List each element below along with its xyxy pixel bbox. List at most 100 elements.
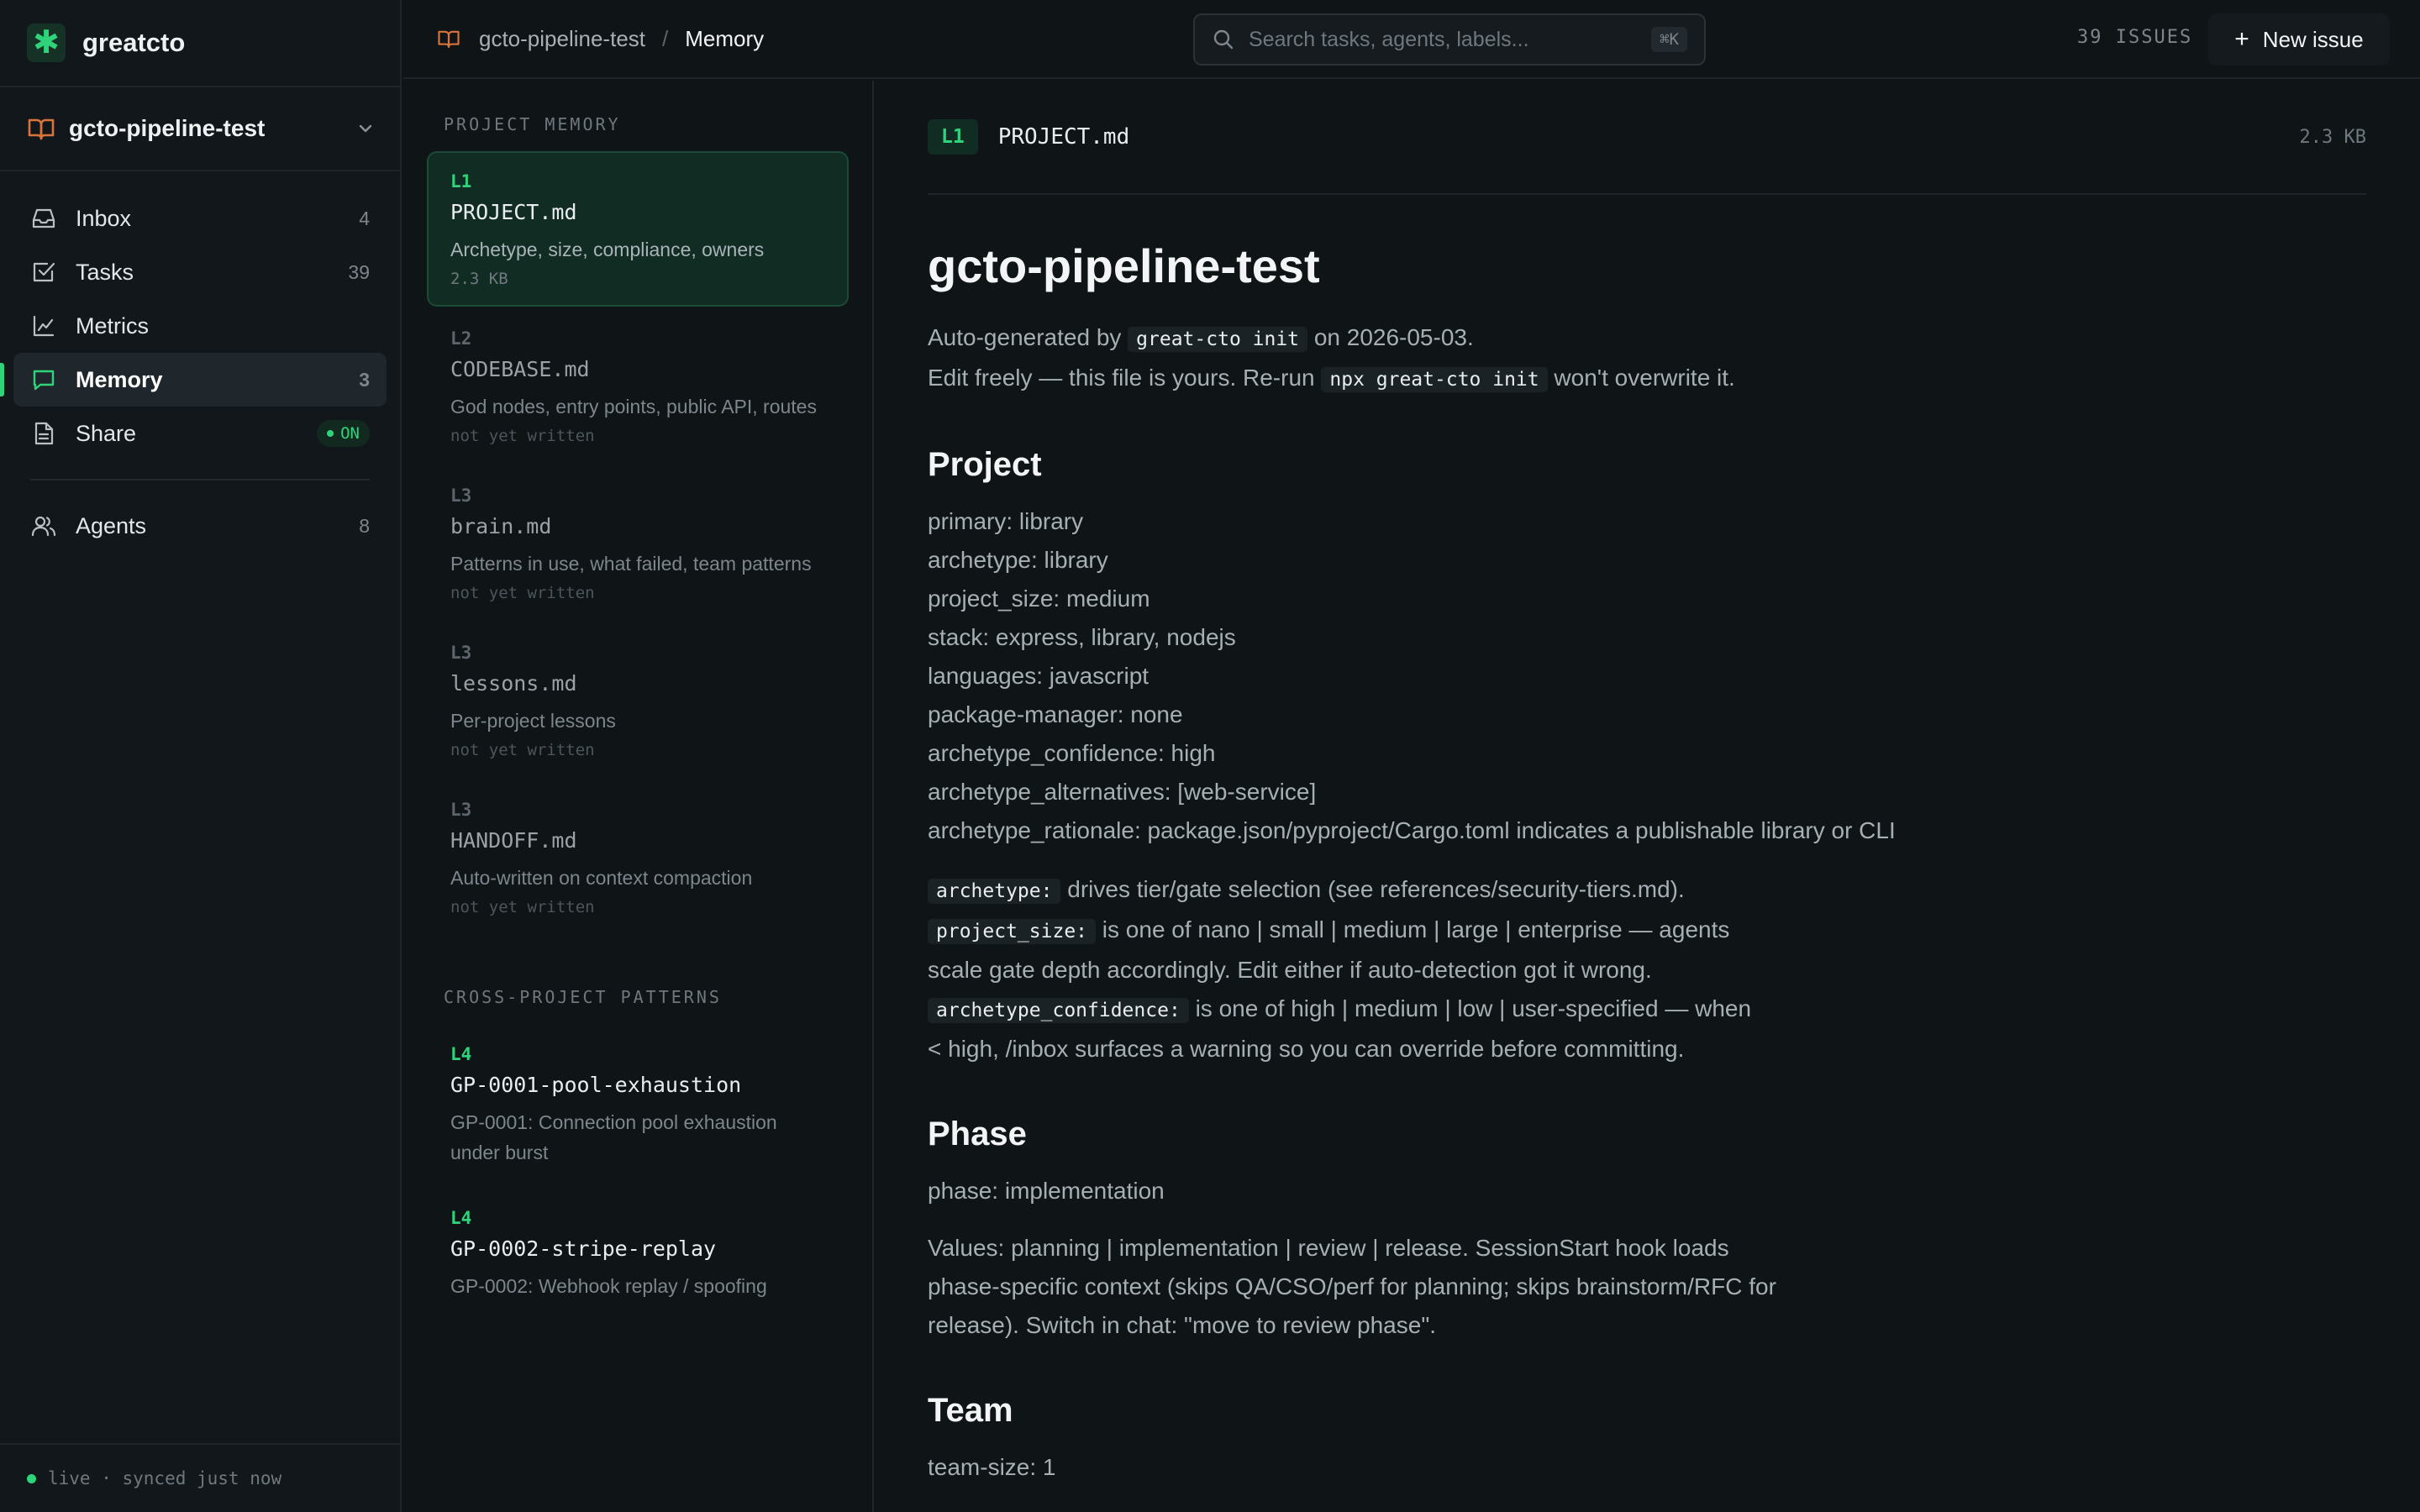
- new-issue-button[interactable]: + New issue: [2208, 13, 2390, 66]
- field-line: archetype_rationale: package.json/pyproj…: [928, 817, 1896, 843]
- team-value: team-size: 1: [928, 1454, 1056, 1480]
- project-switcher[interactable]: gcto-pipeline-test: [0, 87, 400, 171]
- file-card-handoff[interactable]: L3 HANDOFF.md Auto-written on context co…: [427, 780, 849, 935]
- file-description: Archetype, size, compliance, owners: [450, 239, 765, 260]
- breadcrumb-project-link[interactable]: gcto-pipeline-test: [479, 26, 645, 52]
- file-description: Auto-written on context compaction: [450, 867, 753, 889]
- breadcrumb: gcto-pipeline-test / Memory: [437, 26, 764, 52]
- status-dot-icon: [327, 430, 334, 437]
- note-text: < high, /inbox surfaces a warning so you…: [928, 1036, 1685, 1062]
- app-root: ✱ greatcto gcto-pipeline-test Inbox 4 Ta…: [0, 0, 2420, 1512]
- field-line: archetype: library: [928, 547, 1108, 573]
- live-dot-icon: [27, 1473, 36, 1483]
- file-card-brain[interactable]: L3 brain.md Patterns in use, what failed…: [427, 465, 849, 621]
- project-fields: primary: library archetype: library proj…: [928, 502, 2366, 850]
- sidebar-item-count: 8: [359, 514, 370, 537]
- search-box[interactable]: ⌘K: [1193, 13, 1706, 66]
- sync-status-text: live · synced just now: [48, 1468, 282, 1488]
- line-chart-icon: [33, 315, 55, 337]
- checkbox-icon: [33, 262, 55, 282]
- field-line: stack: express, library, nodejs: [928, 624, 1236, 650]
- section-heading-project: Project: [928, 446, 1042, 483]
- search-input[interactable]: [1249, 27, 1652, 52]
- project-name: gcto-pipeline-test: [69, 115, 266, 141]
- note-text: is one of nano | small | medium | large …: [1096, 916, 1730, 942]
- asterisk-logo-icon: ✱: [27, 24, 66, 62]
- sidebar-item-tasks[interactable]: Tasks 39: [13, 245, 387, 299]
- document-header: L1 PROJECT.md 2.3 KB: [928, 81, 2366, 195]
- intro-text: Auto-generated by: [928, 324, 1128, 350]
- field-line: languages: javascript: [928, 663, 1150, 689]
- intro-paragraph: Auto-generated by great-cto init on 2026…: [928, 318, 2366, 399]
- file-level: L3: [450, 643, 472, 663]
- file-status: not yet written: [450, 898, 595, 916]
- file-status: not yet written: [450, 584, 595, 602]
- topbar: gcto-pipeline-test / Memory ⌘K 39 ISSUES…: [403, 0, 2420, 79]
- inline-code: npx great-cto init: [1321, 367, 1548, 392]
- file-level: L1: [450, 171, 472, 192]
- inline-code: project_size:: [928, 919, 1097, 944]
- document-filename: PROJECT.md: [997, 124, 1130, 150]
- sidebar-item-inbox[interactable]: Inbox 4: [13, 192, 387, 245]
- note-text: scale gate depth accordingly. Edit eithe…: [928, 957, 1652, 983]
- sidebar: ✱ greatcto gcto-pipeline-test Inbox 4 Ta…: [0, 0, 402, 1512]
- file-level: L4: [450, 1208, 472, 1228]
- field-line: primary: library: [928, 508, 1084, 534]
- document-size: 2.3 KB: [2299, 126, 2366, 148]
- breadcrumb-separator: /: [662, 25, 669, 51]
- brand-name: greatcto: [82, 28, 186, 57]
- sidebar-item-label: Memory: [76, 366, 163, 392]
- file-size: 2.3 KB: [450, 270, 508, 288]
- intro-text: won't overwrite it.: [1547, 365, 1735, 391]
- file-name: PROJECT.md: [450, 200, 577, 224]
- document-title: gcto-pipeline-test: [928, 239, 1320, 292]
- file-name: GP-0002-stripe-replay: [450, 1236, 717, 1261]
- sidebar-item-label: Inbox: [76, 205, 132, 231]
- book-icon: [438, 30, 460, 48]
- breadcrumb-current: Memory: [685, 25, 765, 51]
- file-card-gp-0002[interactable]: L4 GP-0002-stripe-replay GP-0002: Webhoo…: [427, 1188, 849, 1320]
- file-description: Per-project lessons: [450, 710, 616, 732]
- file-card-codebase[interactable]: L2 CODEBASE.md God nodes, entry points, …: [427, 308, 849, 464]
- field-line: archetype_confidence: high: [928, 740, 1216, 766]
- plus-icon: +: [2234, 25, 2249, 53]
- sidebar-item-label: Share: [76, 420, 137, 446]
- phase-description: Values: planning | implementation | revi…: [928, 1235, 1776, 1338]
- file-level: L2: [450, 328, 472, 349]
- sidebar-item-label: Tasks: [76, 259, 134, 285]
- brand[interactable]: ✱ greatcto: [0, 0, 400, 87]
- document-viewer: L1 PROJECT.md 2.3 KB gcto-pipeline-test …: [928, 81, 2366, 1487]
- file-card-gp-0001[interactable]: L4 GP-0001-pool-exhaustion GP-0001: Conn…: [427, 1024, 849, 1186]
- section-title-cross-project: CROSS-PROJECT PATTERNS: [444, 987, 722, 1007]
- issues-count: 39 ISSUES: [2077, 27, 2193, 48]
- file-card-project[interactable]: L1 PROJECT.md Archetype, size, complianc…: [427, 151, 849, 307]
- file-level: L3: [450, 486, 472, 506]
- sync-status: live · synced just now: [0, 1443, 400, 1512]
- field-line: project_size: medium: [928, 585, 1150, 612]
- share-status-badge[interactable]: ON: [317, 420, 370, 447]
- intro-text: Edit freely — this file is yours. Re-run: [928, 365, 1322, 391]
- sidebar-item-count: 39: [348, 260, 370, 283]
- section-title-project-memory: PROJECT MEMORY: [444, 114, 621, 134]
- file-level: L3: [450, 800, 472, 820]
- note-text: drives tier/gate selection (see referenc…: [1060, 876, 1685, 902]
- document-icon: [34, 422, 54, 445]
- search-icon: [1213, 29, 1234, 50]
- file-status: not yet written: [450, 741, 595, 759]
- sidebar-item-metrics[interactable]: Metrics: [13, 299, 387, 353]
- memory-file-list: PROJECT MEMORY L1 PROJECT.md Archetype, …: [403, 81, 874, 1512]
- file-name: GP-0001-pool-exhaustion: [450, 1073, 742, 1097]
- new-issue-label: New issue: [2262, 26, 2364, 52]
- sidebar-item-memory[interactable]: Memory 3: [0, 353, 387, 407]
- sidebar-item-label: Agents: [76, 512, 147, 538]
- file-description: GP-0001: Connection pool exhaustion unde…: [450, 1111, 777, 1163]
- sidebar-item-agents[interactable]: Agents 8: [13, 499, 387, 553]
- file-card-lessons[interactable]: L3 lessons.md Per-project lessons not ye…: [427, 622, 849, 778]
- project-notes: archetype: drives tier/gate selection (s…: [928, 870, 2366, 1068]
- note-text: is one of high | medium | low | user-spe…: [1188, 995, 1752, 1021]
- share-status-text: ON: [340, 424, 360, 443]
- users-icon: [31, 516, 56, 537]
- sidebar-item-share[interactable]: Share ON: [13, 407, 387, 460]
- inline-code: archetype:: [928, 879, 1061, 904]
- file-description: Patterns in use, what failed, team patte…: [450, 553, 812, 575]
